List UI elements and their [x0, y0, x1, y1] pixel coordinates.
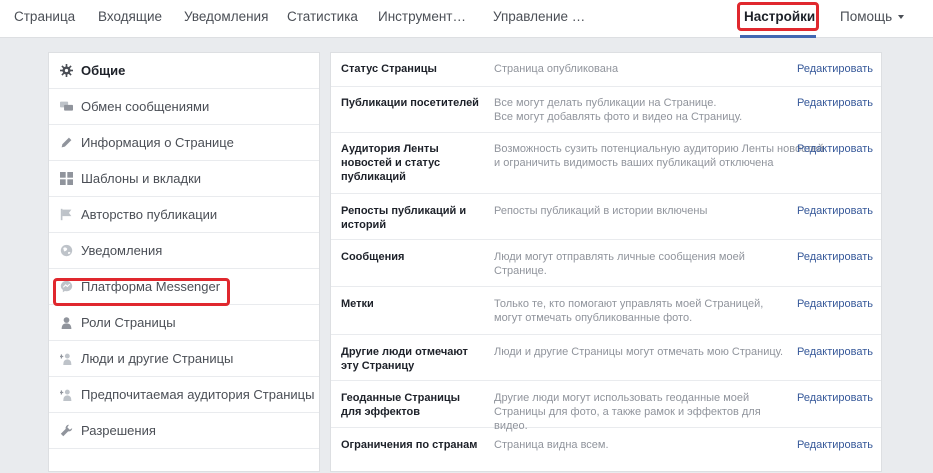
- sidebar-item-page-roles[interactable]: Роли Страницы: [49, 305, 319, 341]
- setting-name: Репосты публикаций и историй: [341, 205, 467, 231]
- page-top-nav: Страница Входящие Уведомления Статистика…: [0, 0, 933, 38]
- tab-settings[interactable]: Настройки: [744, 0, 815, 38]
- setting-value: Люди могут отправлять личные сообщения м…: [494, 251, 745, 277]
- settings-row-others-tagging: Другие люди отмечают эту Страницу Люди и…: [331, 335, 881, 381]
- sidebar-item-page-info[interactable]: Информация о Странице: [49, 125, 319, 161]
- person-icon: [61, 317, 72, 329]
- edit-link[interactable]: Редактировать: [797, 204, 873, 218]
- sidebar-item-label: Обмен сообщениями: [81, 99, 210, 114]
- setting-name: Сообщения: [341, 251, 405, 263]
- sidebar-item-label: Разрешения: [81, 423, 156, 438]
- settings-row-page-status: Статус Страницы Страница опубликована Ре…: [331, 53, 881, 87]
- sidebar-item-label: Платформа Messenger: [81, 279, 221, 294]
- setting-name: Геоданные Страницы для эффектов: [341, 392, 461, 418]
- settings-row-location-effects: Геоданные Страницы для эффектов Другие л…: [331, 381, 881, 432]
- sidebar-item-label: Роли Страницы: [81, 315, 176, 330]
- sidebar-item-label: Информация о Странице: [81, 135, 234, 150]
- edit-link[interactable]: Редактировать: [797, 438, 873, 452]
- edit-link[interactable]: Редактировать: [797, 250, 873, 264]
- setting-value: Все могут делать публикации на Странице.…: [494, 97, 743, 123]
- edit-link[interactable]: Редактировать: [797, 96, 873, 110]
- sidebar-item-label: Предпочитаемая аудитория Страницы: [81, 387, 315, 402]
- setting-value: Возможность сузить потенциальную аудитор…: [494, 143, 824, 169]
- pencil-icon: [61, 137, 72, 148]
- setting-name: Другие люди отмечают эту Страницу: [341, 346, 468, 372]
- sidebar-item-notifications[interactable]: Уведомления: [49, 233, 319, 269]
- settings-row-country-restrictions: Ограничения по странам Страница видна вс…: [331, 428, 881, 473]
- setting-name: Статус Страницы: [341, 63, 437, 75]
- sidebar-item-label: Общие: [81, 63, 126, 78]
- setting-name: Метки: [341, 298, 374, 310]
- tab-inbox[interactable]: Входящие: [98, 0, 162, 38]
- sidebar-item-messaging[interactable]: Обмен сообщениями: [49, 89, 319, 125]
- setting-value: Страница опубликована: [494, 63, 619, 75]
- setting-value: Только те, кто помогают управлять моей С…: [494, 298, 764, 324]
- sidebar-item-preferred-audience[interactable]: Предпочитаемая аудитория Страницы: [49, 377, 319, 413]
- person-plus-icon: [60, 389, 72, 401]
- general-settings-panel: Статус Страницы Страница опубликована Ре…: [330, 52, 882, 473]
- active-tab-indicator: [740, 35, 816, 38]
- tab-notifications[interactable]: Уведомления: [184, 0, 268, 38]
- settings-row-messages: Сообщения Люди могут отправлять личные с…: [331, 240, 881, 287]
- settings-sidebar: Общие Обмен сообщениями Информация о Стр…: [48, 52, 320, 472]
- tab-page[interactable]: Страница: [14, 0, 75, 38]
- setting-value: Страница видна всем.: [494, 439, 609, 451]
- wrench-icon: [60, 424, 73, 437]
- sidebar-item-general[interactable]: Общие: [49, 53, 319, 89]
- caret-down-icon: [898, 15, 905, 19]
- sidebar-item-permissions[interactable]: Разрешения: [49, 413, 319, 449]
- sidebar-item-label: Люди и другие Страницы: [81, 351, 234, 366]
- settings-row-post-story-sharing: Репосты публикаций и историй Репосты пуб…: [331, 194, 881, 240]
- settings-row-tags: Метки Только те, кто помогают управлять …: [331, 287, 881, 335]
- flag-icon: [60, 208, 72, 221]
- chat-bubbles-icon: [60, 101, 73, 111]
- edit-link[interactable]: Редактировать: [797, 345, 873, 359]
- setting-value: Другие люди могут использовать геоданные…: [494, 392, 761, 432]
- tab-insights[interactable]: Статистика: [287, 0, 358, 38]
- setting-name: Аудитория Ленты новостей и статус публик…: [341, 143, 441, 183]
- messenger-icon: [60, 280, 73, 293]
- edit-link[interactable]: Редактировать: [797, 142, 873, 156]
- tab-help[interactable]: Помощь: [840, 0, 905, 38]
- settings-row-visitor-posts: Публикации посетителей Все могут делать …: [331, 87, 881, 133]
- edit-link[interactable]: Редактировать: [797, 297, 873, 311]
- sidebar-item-post-attribution[interactable]: Авторство публикации: [49, 197, 319, 233]
- help-label: Помощь: [840, 9, 893, 24]
- person-plus-icon: [60, 353, 72, 365]
- sidebar-item-messenger-platform[interactable]: Платформа Messenger: [49, 269, 319, 305]
- grid-icon: [60, 172, 73, 185]
- setting-name: Публикации посетителей: [341, 97, 479, 109]
- edit-link[interactable]: Редактировать: [797, 62, 873, 76]
- setting-name: Ограничения по странам: [341, 439, 478, 451]
- sidebar-item-label: Авторство публикации: [81, 207, 218, 222]
- edit-link[interactable]: Редактировать: [797, 391, 873, 405]
- sidebar-item-label: Уведомления: [81, 243, 163, 258]
- sidebar-item-label: Шаблоны и вкладки: [81, 171, 202, 186]
- setting-value: Репосты публикаций в истории включены: [494, 205, 708, 217]
- setting-value: Люди и другие Страницы могут отмечать мо…: [494, 346, 784, 358]
- gear-icon: [60, 64, 73, 77]
- sidebar-item-templates-tabs[interactable]: Шаблоны и вкладки: [49, 161, 319, 197]
- tab-tools[interactable]: Инструмент…: [378, 0, 466, 38]
- globe-icon: [60, 244, 73, 257]
- settings-row-news-feed-audience: Аудитория Ленты новостей и статус публик…: [331, 133, 881, 194]
- sidebar-item-people-other-pages[interactable]: Люди и другие Страницы: [49, 341, 319, 377]
- tab-management[interactable]: Управление …: [493, 0, 585, 38]
